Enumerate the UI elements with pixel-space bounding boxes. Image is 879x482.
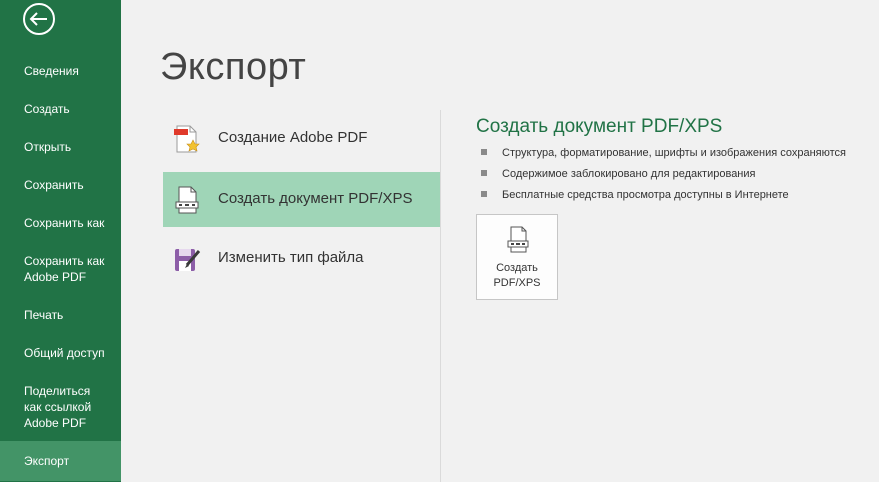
panel-divider	[440, 110, 441, 482]
list-item: Бесплатные средства просмотра доступны в…	[480, 188, 846, 209]
back-arrow-icon[interactable]	[21, 1, 57, 37]
bullet-text: Структура, форматирование, шрифты и изоб…	[502, 147, 847, 159]
option-change-file-type[interactable]: Изменить тип файла	[163, 231, 440, 286]
option-label: Изменить тип файла	[218, 249, 364, 266]
create-pdf-xps-button[interactable]: Создать PDF/XPS	[476, 214, 558, 300]
bullet-text: Содержимое заблокировано для редактирова…	[502, 168, 756, 180]
option-label: Создание Adobe PDF	[218, 129, 368, 146]
sidebar-item-export[interactable]: Экспорт	[0, 441, 121, 481]
sidebar-item-label: Экспорт	[24, 454, 70, 468]
sidebar-item-label: Печать	[24, 308, 64, 322]
page-title: Экспорт	[160, 46, 307, 88]
sidebar-item-share-link-adobe-pdf[interactable]: Поделиться как ссылкой Adobe PDF	[0, 383, 121, 431]
button-label: Создать PDF/XPS	[493, 262, 541, 289]
change-file-type-icon	[171, 243, 203, 275]
list-item: Содержимое заблокировано для редактирова…	[480, 167, 846, 188]
bullet-text: Бесплатные средства просмотра доступны в…	[502, 189, 789, 201]
sidebar-item-share[interactable]: Общий доступ	[0, 345, 121, 361]
sidebar-item-label: Сведения	[24, 64, 79, 78]
sidebar-item-save[interactable]: Сохранить	[0, 177, 121, 193]
feature-list: Структура, форматирование, шрифты и изоб…	[480, 146, 846, 209]
option-create-adobe-pdf[interactable]: Создание Adobe PDF	[163, 111, 440, 166]
option-create-pdf-xps[interactable]: Создать документ PDF/XPS	[163, 172, 440, 227]
sidebar-item-print[interactable]: Печать	[0, 307, 121, 323]
bullet-icon	[481, 191, 487, 197]
sidebar-item-label: Открыть	[24, 140, 72, 154]
bullet-icon	[481, 149, 487, 155]
option-label: Создать документ PDF/XPS	[218, 190, 413, 207]
sidebar-item-label: Создать	[24, 102, 70, 116]
detail-title: Создать документ PDF/XPS	[476, 116, 723, 137]
pdf-xps-document-icon	[504, 225, 532, 257]
backstage-sidebar: Сведения Создать Открыть Сохранить Сохра…	[0, 0, 121, 482]
sidebar-item-label: Общий доступ	[24, 346, 105, 360]
sidebar-item-open[interactable]: Открыть	[0, 139, 121, 155]
bullet-icon	[481, 170, 487, 176]
sidebar-item-new[interactable]: Создать	[0, 101, 121, 117]
sidebar-item-label: Сохранить как Adobe PDF	[24, 254, 105, 284]
adobe-pdf-icon	[171, 123, 203, 155]
sidebar-item-label: Сохранить как	[24, 216, 105, 230]
sidebar-item-label: Сохранить	[24, 178, 84, 192]
pdf-xps-document-icon	[171, 184, 203, 216]
list-item: Структура, форматирование, шрифты и изоб…	[480, 146, 846, 167]
sidebar-item-save-as-adobe-pdf[interactable]: Сохранить как Adobe PDF	[0, 253, 121, 285]
sidebar-item-save-as[interactable]: Сохранить как	[0, 215, 121, 231]
sidebar-item-info[interactable]: Сведения	[0, 63, 121, 79]
sidebar-item-label: Поделиться как ссылкой Adobe PDF	[24, 384, 92, 430]
